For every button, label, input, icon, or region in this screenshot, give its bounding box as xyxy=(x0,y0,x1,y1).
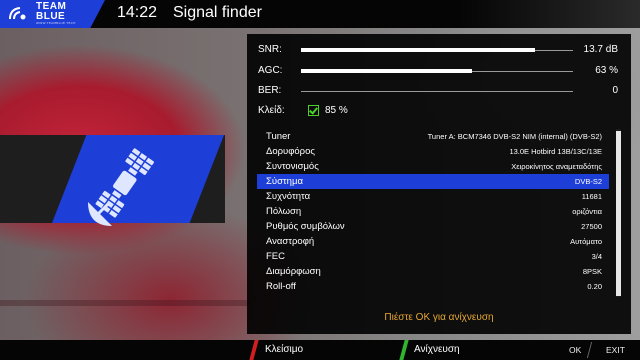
detail-value: Αυτόματο xyxy=(570,237,602,246)
clock: 14:22 xyxy=(117,4,158,21)
snr-meter: SNR: 13.7 dB xyxy=(258,43,622,57)
detail-row[interactable]: Σύστημα DVB-S2 xyxy=(257,174,609,189)
detail-value: DVB-S2 xyxy=(574,177,602,186)
brand-name: TEAM BLUE xyxy=(36,1,67,22)
agc-bar xyxy=(301,69,472,73)
agc-label: AGC: xyxy=(258,65,283,76)
detail-key: FEC xyxy=(266,251,285,262)
detail-row[interactable]: Αναστροφή Αυτόματο xyxy=(257,234,609,249)
detail-row[interactable]: FEC 3/4 xyxy=(257,249,609,264)
scan-button[interactable]: Ανίχνευση xyxy=(414,344,460,355)
footer-bar xyxy=(0,340,640,360)
tuning-details-list[interactable]: Tuner Tuner A: BCM7346 DVB-S2 NIM (intern… xyxy=(257,129,609,294)
brand-tagline: WWW.TEAMBLUE.TECH xyxy=(36,21,76,25)
brand-logo: TEAM BLUE WWW.TEAMBLUE.TECH xyxy=(0,0,105,28)
detail-key: Συχνότητα xyxy=(266,191,311,202)
lock-value: 85 % xyxy=(325,105,348,116)
scan-hint: Πιέστε OK για ανίχνευση xyxy=(384,312,494,323)
satellite-icon xyxy=(88,146,156,226)
lock-status: Κλείδ: 85 % xyxy=(258,105,458,119)
detail-value: 13.0E Hotbird 13B/13C/13E xyxy=(509,147,602,156)
detail-key: Tuner xyxy=(266,131,291,142)
detail-key: Σύστημα xyxy=(266,176,303,187)
detail-value: 0.20 xyxy=(587,282,602,291)
detail-row[interactable]: Διαμόρφωση 8PSK xyxy=(257,264,609,279)
exit-key[interactable]: EXIT xyxy=(606,345,625,355)
detail-row[interactable]: Δορυφόρος 13.0E Hotbird 13B/13C/13E xyxy=(257,144,609,159)
detail-key: Αναστροφή xyxy=(266,236,315,247)
lock-label: Κλείδ: xyxy=(258,105,285,116)
satellite-dish-logo-icon xyxy=(9,7,26,20)
ok-key[interactable]: OK xyxy=(569,345,581,355)
detail-row[interactable]: Roll-off 0.20 xyxy=(257,279,609,294)
ber-meter: BER: 0 xyxy=(258,84,622,98)
detail-key: Roll-off xyxy=(266,281,296,292)
agc-meter: AGC: 63 % xyxy=(258,64,622,78)
detail-key: Συντονισμός xyxy=(266,161,319,172)
detail-row[interactable]: Συντονισμός Χειροκίνητος αναμεταδότης xyxy=(257,159,609,174)
lock-checkbox-icon xyxy=(308,105,319,116)
snr-label: SNR: xyxy=(258,44,282,55)
detail-row[interactable]: Ρυθμός συμβόλων 27500 xyxy=(257,219,609,234)
detail-row[interactable]: Tuner Tuner A: BCM7346 DVB-S2 NIM (intern… xyxy=(257,129,609,144)
detail-key: Πόλωση xyxy=(266,206,302,217)
detail-row[interactable]: Συχνότητα 11681 xyxy=(257,189,609,204)
header-bar: TEAM BLUE WWW.TEAMBLUE.TECH 14:22 Signal … xyxy=(0,0,640,28)
ber-track xyxy=(301,91,573,92)
scrollbar-thumb[interactable] xyxy=(616,131,621,296)
detail-key: Διαμόρφωση xyxy=(266,266,321,277)
ber-label: BER: xyxy=(258,85,282,96)
detail-row[interactable]: Πόλωση οριζόντια xyxy=(257,204,609,219)
snr-value: 13.7 dB xyxy=(583,44,618,55)
detail-value: Χειροκίνητος αναμεταδότης xyxy=(511,162,602,171)
ber-value: 0 xyxy=(612,85,618,96)
detail-value: Tuner A: BCM7346 DVB-S2 NIM (internal) (… xyxy=(427,132,602,141)
detail-value: 3/4 xyxy=(591,252,602,261)
page-title: Signal finder xyxy=(173,4,262,21)
agc-value: 63 % xyxy=(595,65,618,76)
detail-key: Δορυφόρος xyxy=(266,146,315,157)
header-accent xyxy=(460,0,640,28)
detail-key: Ρυθμός συμβόλων xyxy=(266,221,345,232)
detail-value: οριζόντια xyxy=(572,207,602,216)
snr-bar xyxy=(301,48,535,52)
detail-value: 8PSK xyxy=(582,267,602,276)
detail-value: 11681 xyxy=(581,192,602,201)
close-button[interactable]: Κλείσιμο xyxy=(265,344,303,355)
detail-value: 27500 xyxy=(581,222,602,231)
